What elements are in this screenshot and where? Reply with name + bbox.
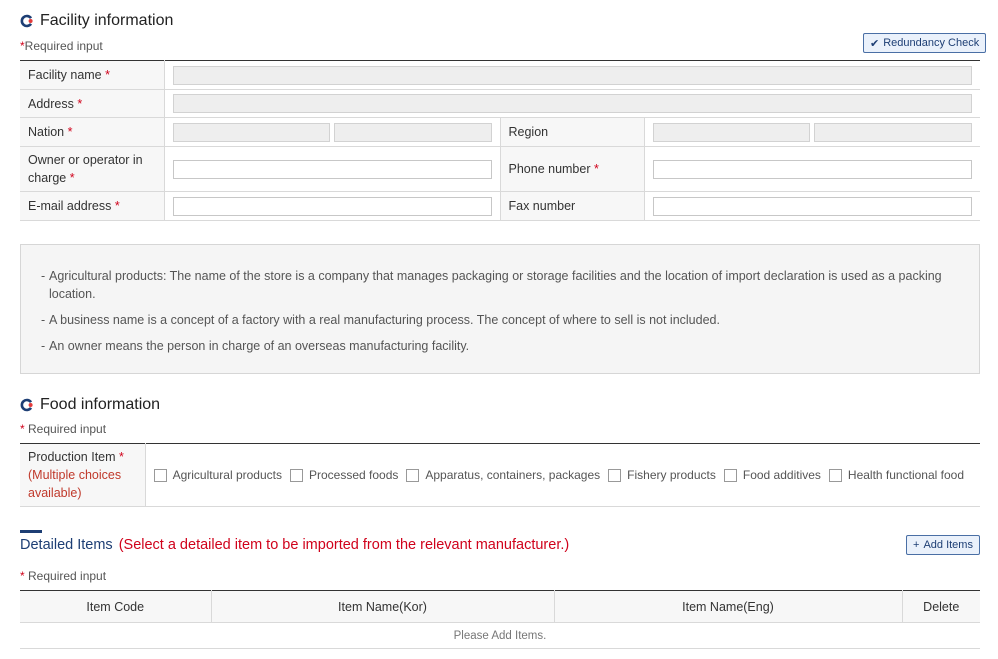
facility-name-label: Facility name * <box>20 60 165 90</box>
col-item-name-kor: Item Name(Kor) <box>211 590 555 623</box>
food-title: Food information <box>40 396 161 413</box>
food-section-title: Food information <box>20 396 160 414</box>
checkbox-agricultural[interactable] <box>153 468 167 482</box>
detailed-required-note: * Required input <box>20 569 107 583</box>
facility-name-input[interactable] <box>172 65 972 85</box>
fax-input[interactable] <box>652 196 972 216</box>
section-logo-icon <box>20 398 33 412</box>
nation-name-input[interactable] <box>334 122 492 142</box>
region-code-input[interactable] <box>652 122 811 142</box>
checkbox-additives[interactable] <box>723 468 737 482</box>
fax-label: Fax number <box>499 191 645 221</box>
production-item-options: Agricultural products Processed foods Ap… <box>153 468 972 482</box>
notice-item: A business name is a concept of a factor… <box>41 311 959 329</box>
nation-code-input[interactable] <box>172 122 330 142</box>
address-input[interactable] <box>172 94 972 113</box>
checkbox-health[interactable] <box>828 468 842 482</box>
facility-title: Facility information <box>40 12 174 29</box>
col-item-name-eng: Item Name(Eng) <box>554 590 903 623</box>
owner-label: Owner or operator in charge * <box>20 146 165 192</box>
facility-required-note: *Required input <box>20 39 103 53</box>
plus-icon: + <box>913 539 920 551</box>
check-icon: ✔ <box>870 37 880 50</box>
checkbox-fishery[interactable] <box>608 468 622 482</box>
empty-row-message: Please Add Items. <box>20 622 980 649</box>
col-delete: Delete <box>902 590 980 623</box>
phone-label: Phone number * <box>499 146 645 192</box>
address-label: Address * <box>20 89 165 118</box>
facility-section-title: Facility information <box>20 12 173 30</box>
food-required-note: * Required input <box>20 422 107 436</box>
col-item-code: Item Code <box>20 590 212 623</box>
section-logo-icon <box>20 14 33 28</box>
detailed-items-table: Item Code Item Name(Kor) Item Name(Eng) … <box>20 590 980 649</box>
region-name-input[interactable] <box>814 122 972 142</box>
production-item-label: Production Item * (Multiple choices avai… <box>20 443 146 507</box>
phone-input[interactable] <box>652 159 972 179</box>
email-label: E-mail address * <box>20 191 165 221</box>
checkbox-processed[interactable] <box>289 468 303 482</box>
region-label: Region <box>499 117 645 147</box>
food-form: Production Item * (Multiple choices avai… <box>20 443 980 507</box>
notice-item: Agricultural products: The name of the s… <box>41 267 959 303</box>
notice-box: Agricultural products: The name of the s… <box>20 244 980 374</box>
add-items-button[interactable]: + Add Items <box>906 535 980 555</box>
nation-label: Nation * <box>20 117 165 147</box>
owner-input[interactable] <box>172 159 492 179</box>
checkbox-apparatus[interactable] <box>406 468 420 482</box>
detailed-title-accent <box>20 530 42 533</box>
redundancy-check-button[interactable]: ✔ Redundancy Check <box>863 33 987 53</box>
facility-form: Facility name * Address * Nation * Regio… <box>20 60 980 221</box>
email-input[interactable] <box>172 196 492 216</box>
notice-item: An owner means the person in charge of a… <box>41 337 959 355</box>
detailed-title: Detailed Items (Select a detailed item to… <box>20 537 570 553</box>
